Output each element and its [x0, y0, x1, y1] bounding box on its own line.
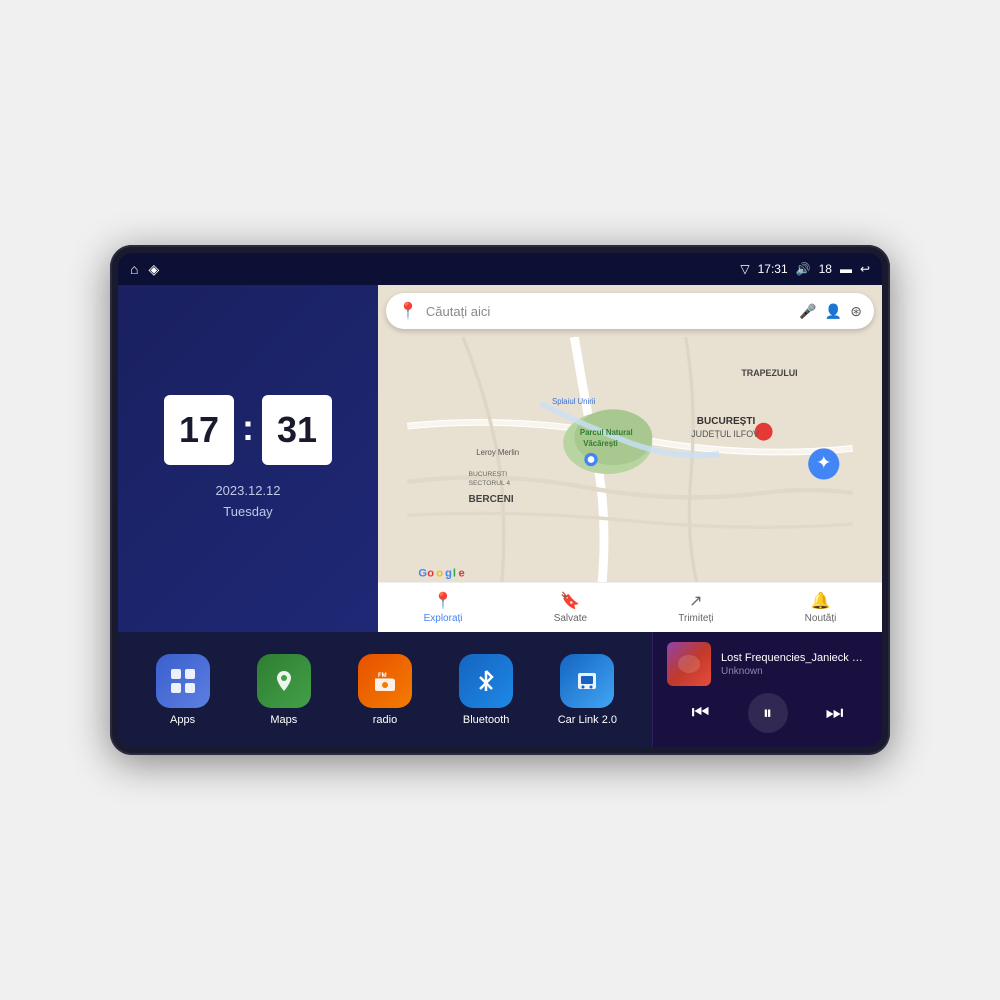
music-thumbnail [667, 642, 711, 686]
svg-text:TRAPEZULUI: TRAPEZULUI [741, 368, 797, 378]
music-info: Lost Frequencies_Janieck Devy-... Unknow… [721, 652, 868, 677]
clock-date: 2023.12.12 Tuesday [215, 481, 280, 523]
radio-label: radio [373, 714, 397, 726]
svg-text:Parcul Natural: Parcul Natural [580, 428, 633, 437]
svg-text:SECTORUL 4: SECTORUL 4 [469, 480, 511, 487]
next-button[interactable]: ⏭ [815, 693, 855, 733]
maps-icon [257, 654, 311, 708]
status-time: 17:31 [758, 262, 788, 276]
status-bar-left: ⌂ ◈ [130, 261, 159, 278]
radio-icon: FM [358, 654, 412, 708]
svg-text:l: l [453, 567, 456, 579]
map-search-icons: 🎤 👤 ⊛ [799, 303, 862, 320]
saved-label: Salvate [554, 613, 587, 624]
svg-text:BERCENI: BERCENI [469, 494, 514, 505]
battery-icon: ▬ [840, 262, 852, 276]
music-title: Lost Frequencies_Janieck Devy-... [721, 652, 868, 664]
svg-text:FM: FM [378, 673, 387, 679]
explore-icon: 📍 [433, 591, 453, 611]
app-item-carlink[interactable]: Car Link 2.0 [552, 654, 622, 726]
bottom-section: Apps Maps [118, 632, 882, 747]
volume-level: 18 [819, 262, 832, 276]
device-screen: ⌂ ◈ ▽ 17:31 🔊 18 ▬ ↩ 17 : [118, 253, 882, 747]
prev-button[interactable]: ⏮ [681, 693, 721, 733]
status-bar: ⌂ ◈ ▽ 17:31 🔊 18 ▬ ↩ [118, 253, 882, 285]
main-content: 17 : 31 2023.12.12 Tuesday 📍 Căutați aic… [118, 285, 882, 747]
map-pin-icon: 📍 [398, 301, 418, 321]
svg-text:o: o [436, 567, 443, 579]
music-panel: Lost Frequencies_Janieck Devy-... Unknow… [652, 632, 882, 747]
carlink-icon [560, 654, 614, 708]
send-label: Trimiteți [678, 613, 713, 624]
svg-text:e: e [459, 567, 465, 579]
home-icon[interactable]: ⌂ [130, 261, 138, 277]
svg-text:g: g [445, 567, 452, 579]
svg-text:G: G [418, 567, 427, 579]
music-controls: ⏮ ⏸ ⏭ [667, 693, 868, 737]
app-item-maps[interactable]: Maps [249, 654, 319, 726]
layers-icon[interactable]: ⊛ [850, 303, 862, 320]
apps-panel: Apps Maps [118, 632, 652, 747]
svg-text:✦: ✦ [816, 452, 831, 472]
clock-hour: 17 [164, 395, 234, 465]
app-item-radio[interactable]: FM radio [350, 654, 420, 726]
svg-text:Leroy Merlin: Leroy Merlin [476, 448, 519, 457]
map-nav-send[interactable]: ↗ Trimiteți [678, 591, 713, 624]
signal-icon: ▽ [740, 262, 749, 276]
svg-text:Splaiul Unirii: Splaiul Unirii [552, 397, 596, 406]
map-background: ✦ BUCUREȘTI JUDEȚUL ILFOV BERCENI TRAPEZ… [378, 337, 882, 582]
svg-text:Văcărești: Văcărești [583, 439, 618, 448]
map-nav-explore[interactable]: 📍 Explorați [424, 591, 463, 624]
map-bottom-bar: 📍 Explorați 🔖 Salvate ↗ Trimiteți 🔔 [378, 582, 882, 632]
clock-minute: 31 [262, 395, 332, 465]
news-label: Noutăți [805, 613, 837, 624]
map-search-text[interactable]: Căutați aici [426, 304, 791, 319]
svg-text:BUCUREȘTI: BUCUREȘTI [697, 416, 756, 427]
map-nav-news[interactable]: 🔔 Noutăți [805, 591, 837, 624]
maps-label: Maps [270, 714, 297, 726]
status-bar-right: ▽ 17:31 🔊 18 ▬ ↩ [740, 262, 870, 276]
carlink-label: Car Link 2.0 [558, 714, 617, 726]
clock-panel: 17 : 31 2023.12.12 Tuesday [118, 285, 378, 632]
clock-colon: : [242, 407, 254, 449]
explore-label: Explorați [424, 613, 463, 624]
device-frame: ⌂ ◈ ▽ 17:31 🔊 18 ▬ ↩ 17 : [110, 245, 890, 755]
bluetooth-icon [459, 654, 513, 708]
top-section: 17 : 31 2023.12.12 Tuesday 📍 Căutați aic… [118, 285, 882, 632]
music-artist: Unknown [721, 666, 868, 677]
svg-text:JUDEȚUL ILFOV: JUDEȚUL ILFOV [691, 429, 759, 439]
music-info-row: Lost Frequencies_Janieck Devy-... Unknow… [667, 642, 868, 686]
saved-icon: 🔖 [560, 591, 580, 611]
bluetooth-label: Bluetooth [463, 714, 509, 726]
account-icon[interactable]: 👤 [825, 303, 842, 320]
mic-icon[interactable]: 🎤 [799, 303, 816, 320]
map-nav-saved[interactable]: 🔖 Salvate [554, 591, 587, 624]
location-icon[interactable]: ◈ [148, 261, 159, 278]
clock-display: 17 : 31 [164, 395, 332, 465]
svg-text:BUCUREȘTI: BUCUREȘTI [469, 471, 508, 478]
news-icon: 🔔 [811, 591, 831, 611]
app-item-bluetooth[interactable]: Bluetooth [451, 654, 521, 726]
svg-text:o: o [427, 567, 434, 579]
apps-label: Apps [170, 714, 195, 726]
map-search-bar[interactable]: 📍 Căutați aici 🎤 👤 ⊛ [386, 293, 874, 329]
back-icon[interactable]: ↩ [860, 262, 870, 276]
apps-icon [156, 654, 210, 708]
send-icon: ↗ [689, 591, 702, 611]
map-panel[interactable]: 📍 Căutați aici 🎤 👤 ⊛ [378, 285, 882, 632]
play-pause-button[interactable]: ⏸ [748, 693, 788, 733]
app-item-apps[interactable]: Apps [148, 654, 218, 726]
volume-icon: 🔊 [796, 262, 811, 276]
